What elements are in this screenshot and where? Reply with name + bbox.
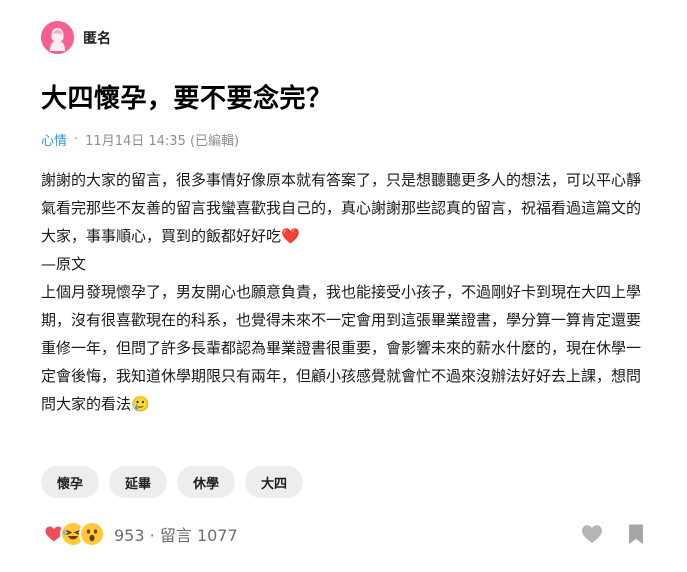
- footer-actions: [581, 523, 647, 545]
- forum-link[interactable]: 心情: [41, 130, 67, 149]
- tag-senior-year[interactable]: 大四: [245, 466, 304, 498]
- post-meta: 心情 · 11月14日 14:35 (已編輯): [41, 130, 239, 149]
- post-paragraph: 謝謝的大家的留言，很多事情好像原本就有答案了，只是想聽聽更多人的想法，可以平心靜…: [41, 171, 642, 245]
- reaction-summary[interactable]: [41, 521, 105, 547]
- post-title: 大四懷孕，要不要念完？: [41, 84, 333, 114]
- avatar[interactable]: [41, 21, 74, 54]
- tag-leave-of-absence[interactable]: 休學: [177, 466, 236, 498]
- post-footer: 953 · 留言 1077: [41, 518, 647, 550]
- tag-delayed-graduation[interactable]: 延畢: [109, 466, 168, 498]
- post-body: 謝謝的大家的留言，很多事情好像原本就有答案了，只是想聽聽更多人的想法，可以平心靜…: [41, 166, 653, 418]
- post-paragraph: 上個月發現懷孕了，男友開心也願意負責，我也能接受小孩子，不過剛好卡到現在大四上學…: [41, 283, 642, 413]
- like-heart-icon[interactable]: [581, 523, 603, 545]
- engagement-counts: 953 · 留言 1077: [114, 522, 238, 546]
- surprised-reaction-icon: [79, 521, 105, 547]
- post-timestamp: 11月14日 14:35 (已編輯): [85, 134, 240, 149]
- post-paragraph: —原文: [41, 255, 87, 273]
- comment-count: 1077: [196, 526, 238, 545]
- comment-label: 留言: [159, 526, 192, 545]
- female-avatar-icon: [41, 21, 74, 54]
- tag-list: 懷孕 延畢 休學 大四: [41, 466, 304, 498]
- author-name[interactable]: 匿名: [83, 28, 111, 48]
- like-count: 953: [114, 526, 145, 545]
- count-separator: ·: [149, 526, 155, 545]
- bookmark-icon[interactable]: [625, 523, 647, 545]
- post-author[interactable]: 匿名: [41, 21, 111, 54]
- tag-pregnancy[interactable]: 懷孕: [41, 466, 100, 498]
- meta-separator: ·: [74, 132, 79, 147]
